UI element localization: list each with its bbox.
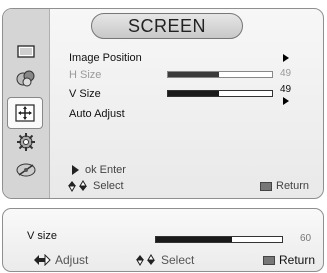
h-size-value: 49 — [280, 68, 292, 79]
up-down-arrow-icon — [68, 180, 87, 192]
screen-position-icon[interactable] — [7, 97, 43, 129]
up-down-arrow-icon — [136, 254, 155, 266]
menu-item-h-size: H Size — [69, 69, 102, 81]
status-adjust-hint: Adjust — [33, 253, 88, 267]
hint-enter: ok Enter — [69, 164, 126, 176]
submenu-arrow-icon — [283, 97, 289, 105]
osd-menu-panel: SCREEN Image Position H Size 49 V Size 4… — [2, 8, 324, 199]
hint-select-label: Select — [93, 180, 124, 192]
hint-select: Select — [67, 180, 124, 192]
status-select-hint: Select — [135, 253, 194, 267]
menu-item-auto-adjust[interactable]: Auto Adjust — [69, 106, 125, 122]
status-return-hint[interactable]: Return — [263, 253, 315, 267]
status-return-label: Return — [279, 253, 316, 267]
status-v-size-value: 60 — [300, 233, 312, 244]
enter-arrow-icon — [72, 165, 79, 175]
status-label: V size — [27, 230, 57, 242]
v-size-fill — [168, 91, 219, 96]
return-button-icon — [260, 181, 272, 191]
color-palette-icon[interactable] — [13, 67, 39, 89]
status-select-label: Select — [161, 253, 195, 267]
hint-return-label: Return — [276, 180, 310, 192]
status-v-size-slider[interactable] — [155, 236, 283, 243]
hint-return[interactable]: Return — [260, 180, 309, 192]
adjust-status-bar: V size 60 Adjust Select Return — [2, 208, 324, 272]
satellite-dish-icon[interactable] — [13, 159, 39, 181]
h-size-fill — [168, 72, 219, 77]
v-size-slider[interactable] — [167, 90, 273, 97]
status-adjust-label: Adjust — [55, 253, 89, 267]
settings-gear-icon[interactable] — [13, 131, 39, 153]
osd-title-tab: SCREEN — [91, 13, 243, 39]
hint-enter-label: ok Enter — [85, 164, 126, 176]
menu-item-image-position[interactable]: Image Position — [69, 50, 142, 66]
osd-sidebar — [3, 9, 50, 198]
h-size-slider — [167, 71, 273, 78]
picture-icon[interactable] — [13, 41, 39, 63]
status-v-size-fill — [156, 237, 232, 242]
left-right-arrow-icon — [34, 254, 51, 266]
menu-item-v-size[interactable]: V Size — [69, 86, 101, 102]
submenu-arrow-icon — [283, 54, 289, 62]
v-size-value: 49 — [280, 84, 292, 95]
return-button-icon — [263, 255, 275, 265]
